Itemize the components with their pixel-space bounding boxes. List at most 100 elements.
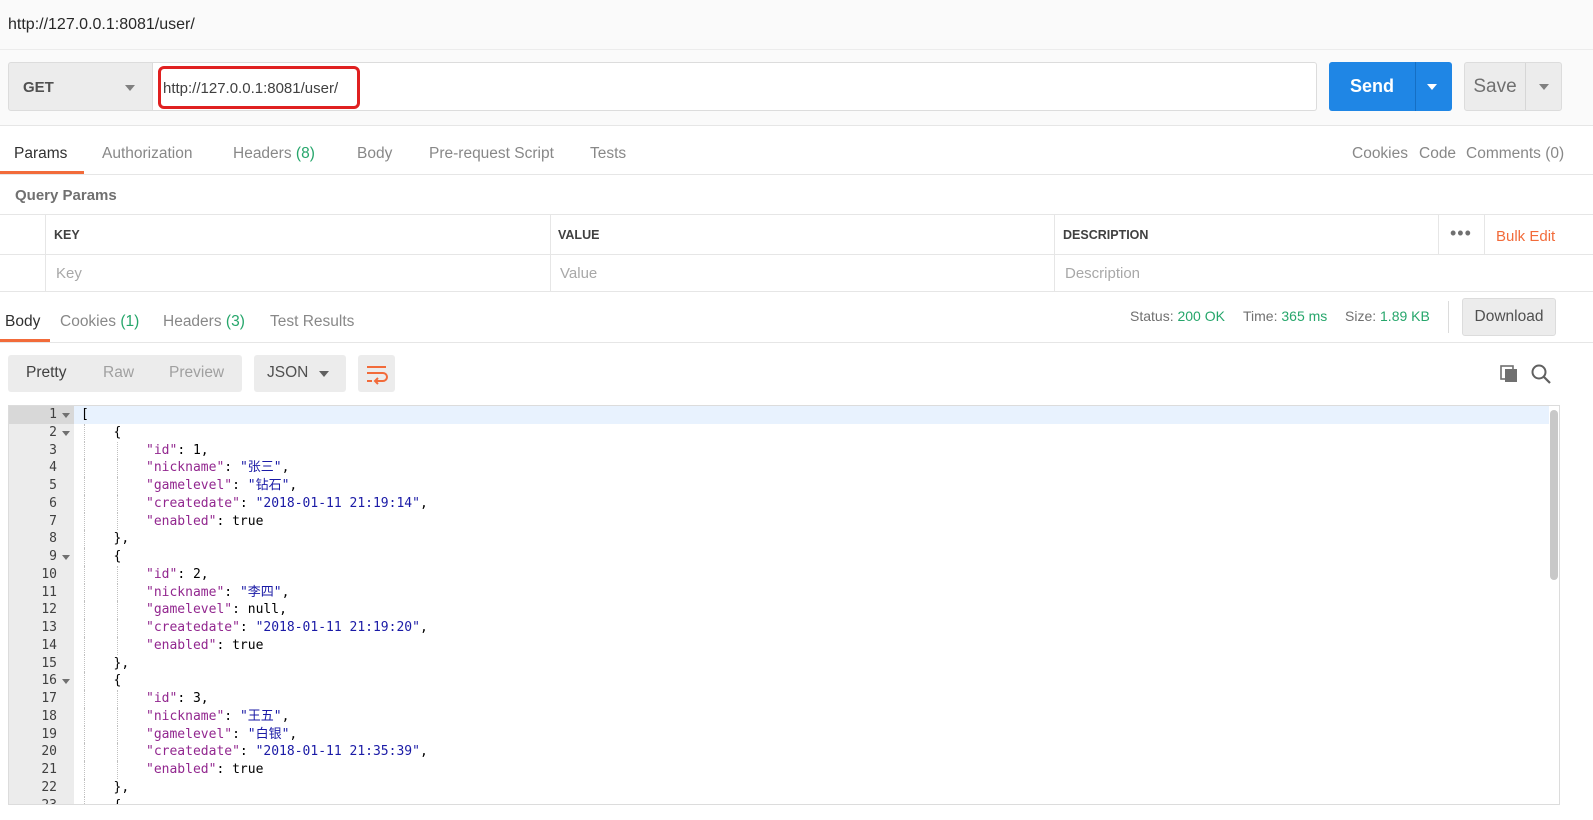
code-link[interactable]: Code xyxy=(1419,145,1456,163)
indent-guide xyxy=(84,619,85,637)
line-number: 18 xyxy=(41,708,57,724)
fold-toggle-icon[interactable] xyxy=(62,430,70,436)
code-text: [ xyxy=(81,406,89,424)
tab-test-results[interactable]: Test Results xyxy=(270,313,354,331)
line-number: 9 xyxy=(49,549,57,564)
time-readout: Time: 365 ms xyxy=(1243,308,1328,324)
code-line: 9{ xyxy=(9,548,1549,566)
description-input[interactable]: Description xyxy=(1065,265,1140,282)
indent-guide xyxy=(84,477,85,495)
save-options-chevron-icon[interactable] xyxy=(1539,84,1549,90)
fold-toggle-icon[interactable] xyxy=(62,803,70,804)
view-preview-button[interactable]: Preview xyxy=(169,364,224,382)
json-key: "id" xyxy=(146,442,178,458)
tab-response-body[interactable]: Body xyxy=(5,313,40,331)
tab-response-headers[interactable]: Headers (3) xyxy=(163,313,245,331)
copy-icon[interactable] xyxy=(1499,364,1519,384)
line-number: 22 xyxy=(41,779,57,795)
editor-scrollbar[interactable] xyxy=(1550,410,1558,580)
tab-response-cookies[interactable]: Cookies (1) xyxy=(60,313,139,331)
url-input[interactable] xyxy=(163,77,763,99)
code-line: 2{ xyxy=(9,423,1549,442)
tab-headers[interactable]: Headers (8) xyxy=(233,145,315,163)
response-view-bar: Pretty Raw Preview JSON xyxy=(0,343,1593,403)
line-number: 7 xyxy=(49,513,57,529)
json-punctuation: : xyxy=(224,584,240,600)
line-number: 12 xyxy=(41,602,57,618)
tab-body[interactable]: Body xyxy=(357,145,392,163)
line-number: 19 xyxy=(41,726,57,742)
tab-tests[interactable]: Tests xyxy=(590,145,626,163)
fold-toggle-icon[interactable] xyxy=(62,413,70,418)
method-select[interactable]: GET xyxy=(8,62,153,111)
search-icon[interactable] xyxy=(1530,363,1552,385)
key-input[interactable]: Key xyxy=(56,265,82,282)
indent-guide xyxy=(84,423,85,442)
indent-guide xyxy=(116,477,118,495)
json-key: "nickname" xyxy=(146,708,225,724)
column-divider xyxy=(45,215,46,292)
json-punctuation: , xyxy=(289,478,298,493)
view-pretty-button[interactable]: Pretty xyxy=(26,364,66,382)
tab-pre-request-script[interactable]: Pre-request Script xyxy=(429,145,554,163)
format-select[interactable]: JSON xyxy=(254,355,346,392)
json-punctuation: , xyxy=(279,602,287,618)
wrap-lines-button[interactable] xyxy=(358,355,395,392)
json-punctuation: { xyxy=(113,549,122,564)
save-button[interactable]: Save xyxy=(1464,62,1562,111)
json-key: "gamelevel" xyxy=(146,478,233,493)
fold-toggle-icon[interactable] xyxy=(62,555,70,560)
json-punctuation: }, xyxy=(113,531,130,547)
code-text: "createdate": "2018-01-11 21:35:39", xyxy=(146,743,428,761)
view-raw-button[interactable]: Raw xyxy=(103,364,134,382)
cookies-link[interactable]: Cookies xyxy=(1352,145,1408,163)
json-punctuation: : xyxy=(224,708,240,724)
bulk-edit-link[interactable]: Bulk Edit xyxy=(1496,228,1555,245)
response-body-editor[interactable]: 1[2{3 "id": 1, 4 "nickname": "张三", 5 "gamelev… xyxy=(8,405,1560,805)
line-number: 4 xyxy=(49,460,57,476)
comments-link[interactable]: Comments (0) xyxy=(1466,145,1564,163)
send-divider xyxy=(1415,62,1416,111)
json-punctuation: , xyxy=(281,708,290,724)
chevron-down-icon xyxy=(125,85,135,91)
download-button[interactable]: Download xyxy=(1462,298,1556,336)
fold-toggle-icon[interactable] xyxy=(62,679,70,685)
code-text: { xyxy=(114,424,122,442)
code-lines: 1[2{3 "id": 1, 4 "nickname": "张三", 5 "gamelev… xyxy=(9,406,1549,804)
status-value: 200 OK xyxy=(1177,308,1225,324)
json-value: true xyxy=(232,637,264,653)
request-title[interactable]: http://127.0.0.1:8081/user/ xyxy=(8,16,195,34)
code-text: "enabled": true xyxy=(146,513,263,531)
value-input[interactable]: Value xyxy=(560,265,597,282)
tab-authorization[interactable]: Authorization xyxy=(102,145,192,163)
indent-guide xyxy=(84,654,85,673)
line-number: 2 xyxy=(49,424,57,440)
more-options-icon[interactable]: ••• xyxy=(1450,223,1472,244)
send-options-chevron-icon[interactable] xyxy=(1427,84,1437,90)
indent-guide xyxy=(116,583,118,602)
code-line: 20 "createdate": "2018-01-11 21:35:39", xyxy=(9,743,1549,761)
json-key: "createdate" xyxy=(146,620,240,635)
column-divider xyxy=(1484,215,1485,254)
query-params-table: KEY VALUE DESCRIPTION ••• Bulk Edit Key … xyxy=(0,214,1593,292)
indent-guide xyxy=(116,743,118,761)
code-line: 13 "createdate": "2018-01-11 21:19:20", xyxy=(9,619,1549,637)
send-button[interactable]: Send xyxy=(1329,62,1452,111)
json-string: "白银" xyxy=(247,726,290,742)
code-text: }, xyxy=(114,655,130,673)
line-number: 20 xyxy=(41,744,57,760)
indent-guide xyxy=(116,707,118,726)
indent-guide xyxy=(116,512,118,531)
code-line: 12 "gamelevel": null, xyxy=(9,601,1549,619)
indent-guide xyxy=(84,441,85,460)
json-punctuation: , xyxy=(281,584,290,600)
url-field[interactable] xyxy=(153,62,1317,111)
json-punctuation: : xyxy=(239,495,256,511)
json-value: true xyxy=(232,762,264,777)
code-line: 4 "nickname": "张三", xyxy=(9,459,1549,477)
tab-params[interactable]: Params xyxy=(14,145,67,163)
code-line: 18 "nickname": "王五", xyxy=(9,707,1549,726)
json-string: "2018-01-11 21:19:14" xyxy=(255,495,420,511)
indent-guide xyxy=(84,459,85,477)
json-key: "createdate" xyxy=(146,744,240,760)
